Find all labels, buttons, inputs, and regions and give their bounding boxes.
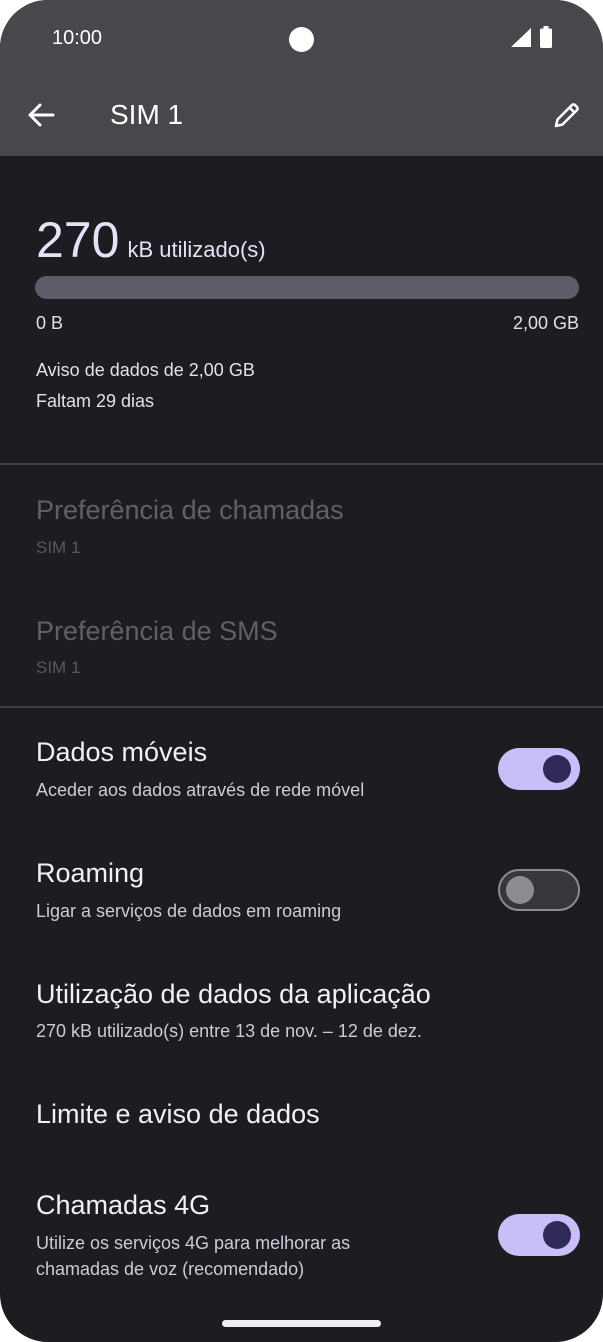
calls-4g-summary-line2: chamadas de voz (recomendado)	[36, 1259, 305, 1279]
battery-icon	[540, 26, 552, 48]
sms-preference-title: Preferência de SMS	[36, 616, 278, 646]
sms-preference-value: SIM 1	[36, 658, 81, 677]
mobile-data-toggle[interactable]	[498, 748, 580, 790]
calls-4g-title[interactable]: Chamadas 4G	[36, 1188, 210, 1222]
usage-range-max: 2,00 GB	[512, 313, 579, 333]
signal-icon	[511, 28, 531, 47]
days-left-text: Faltam 29 dias	[36, 391, 155, 411]
camera-cutout-icon	[289, 27, 314, 52]
calls-4g-summary-line1: Utilize os serviços 4G para melhorar as	[36, 1233, 351, 1253]
call-preference-value: SIM 1	[36, 538, 81, 557]
roaming-toggle[interactable]	[498, 869, 580, 911]
divider	[0, 463, 603, 465]
mobile-data-summary: Aceder aos dados através de rede móvel	[36, 780, 365, 800]
phone-screen: 10:00 SIM 1 270 kB utilizado(s) 0 B 2,00 …	[0, 0, 603, 1342]
data-limit-title[interactable]: Limite e aviso de dados	[36, 1097, 320, 1131]
usage-amount: 270	[36, 212, 120, 268]
call-preference-title: Preferência de chamadas	[36, 495, 344, 525]
gesture-nav-handle[interactable]	[222, 1320, 381, 1327]
status-time: 10:00	[52, 27, 103, 49]
divider	[0, 706, 603, 708]
usage-range-min: 0 B	[36, 313, 64, 333]
usage-summary: 270 kB utilizado(s)	[36, 210, 266, 270]
roaming-title[interactable]: Roaming	[36, 856, 144, 890]
app-bar: 10:00 SIM 1	[0, 0, 603, 156]
back-arrow-icon[interactable]	[26, 100, 56, 130]
data-warning-text: Aviso de dados de 2,00 GB	[36, 360, 255, 380]
toggle-knob	[543, 755, 571, 783]
app-data-usage-summary: 270 kB utilizado(s) entre 13 de nov. – 1…	[36, 1021, 422, 1041]
toggle-knob	[506, 876, 534, 904]
mobile-data-title[interactable]: Dados móveis	[36, 735, 207, 769]
app-data-usage-title[interactable]: Utilização de dados da aplicação	[36, 977, 431, 1011]
page-title: SIM 1	[110, 99, 184, 130]
toggle-knob	[543, 1221, 571, 1249]
roaming-summary: Ligar a serviços de dados em roaming	[36, 901, 342, 921]
calls-4g-toggle[interactable]	[498, 1214, 580, 1256]
edit-pencil-icon[interactable]	[552, 100, 582, 130]
usage-progress-bar	[35, 276, 579, 299]
usage-unit: kB utilizado(s)	[127, 237, 266, 262]
